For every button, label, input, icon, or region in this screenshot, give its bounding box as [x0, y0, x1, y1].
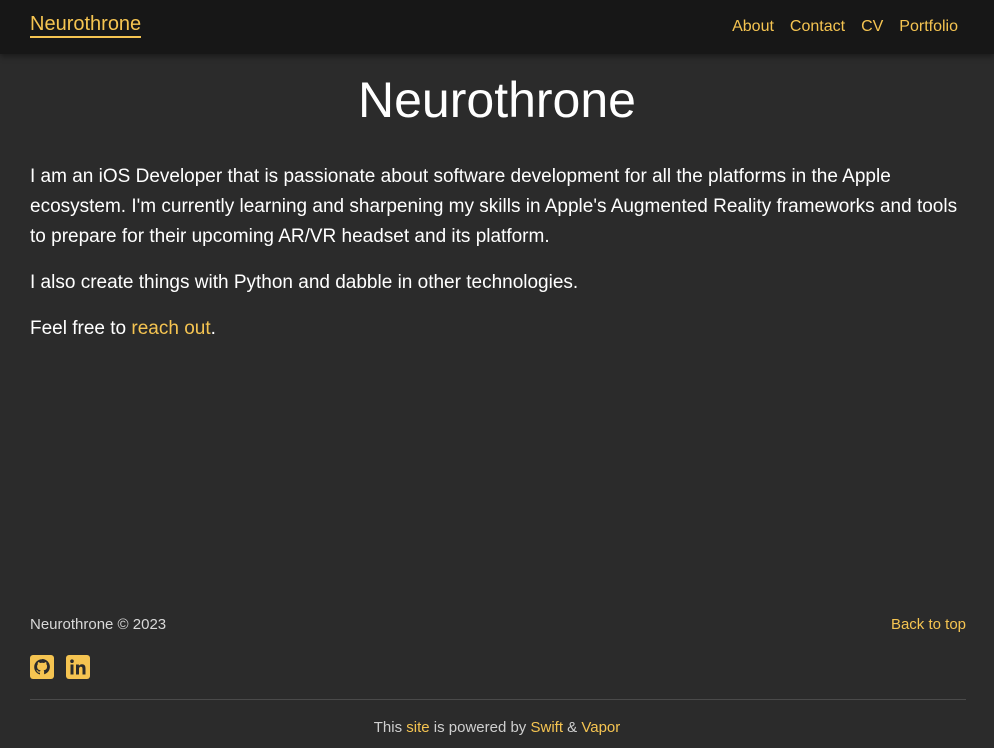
page-title: Neurothrone	[358, 72, 636, 128]
contact-paragraph: Feel free to reach out.	[30, 314, 970, 344]
python-paragraph: I also create things with Python and dab…	[30, 272, 579, 293]
cta-prefix: Feel free to	[30, 318, 132, 339]
footer-divider	[30, 699, 966, 700]
navbar: Neurothrone About Contact CV Portfolio	[0, 0, 994, 54]
nav-link-cv[interactable]: CV	[861, 17, 883, 37]
vapor-link[interactable]: Vapor	[581, 719, 620, 736]
nav-links: About Contact CV Portfolio	[732, 17, 958, 37]
powered-by-line: This site is powered by Swift & Vapor	[0, 718, 994, 738]
linkedin-icon	[66, 655, 90, 679]
brand-link[interactable]: Neurothrone	[30, 13, 142, 38]
nav-link-portfolio[interactable]: Portfolio	[899, 17, 958, 37]
cta-suffix: .	[210, 318, 216, 339]
github-icon	[30, 655, 54, 679]
powered-amp: &	[563, 719, 582, 736]
social-links	[30, 655, 90, 679]
site-link[interactable]: site	[406, 719, 429, 736]
reach-out-link[interactable]: reach out	[131, 318, 210, 339]
swift-link[interactable]: Swift	[530, 719, 563, 736]
linkedin-link[interactable]	[66, 655, 90, 679]
powered-mid: is powered by	[429, 719, 531, 736]
nav-link-about[interactable]: About	[732, 17, 774, 37]
footer-copyright: Neurothrone © 2023	[30, 616, 167, 633]
powered-prefix: This	[373, 719, 407, 736]
intro-paragraph: I am an iOS Developer that is passionate…	[30, 166, 958, 247]
intro-content: I am an iOS Developer that is passionate…	[30, 162, 970, 360]
back-to-top-link[interactable]: Back to top	[891, 615, 966, 635]
nav-link-contact[interactable]: Contact	[790, 17, 845, 37]
github-link[interactable]	[30, 655, 54, 679]
